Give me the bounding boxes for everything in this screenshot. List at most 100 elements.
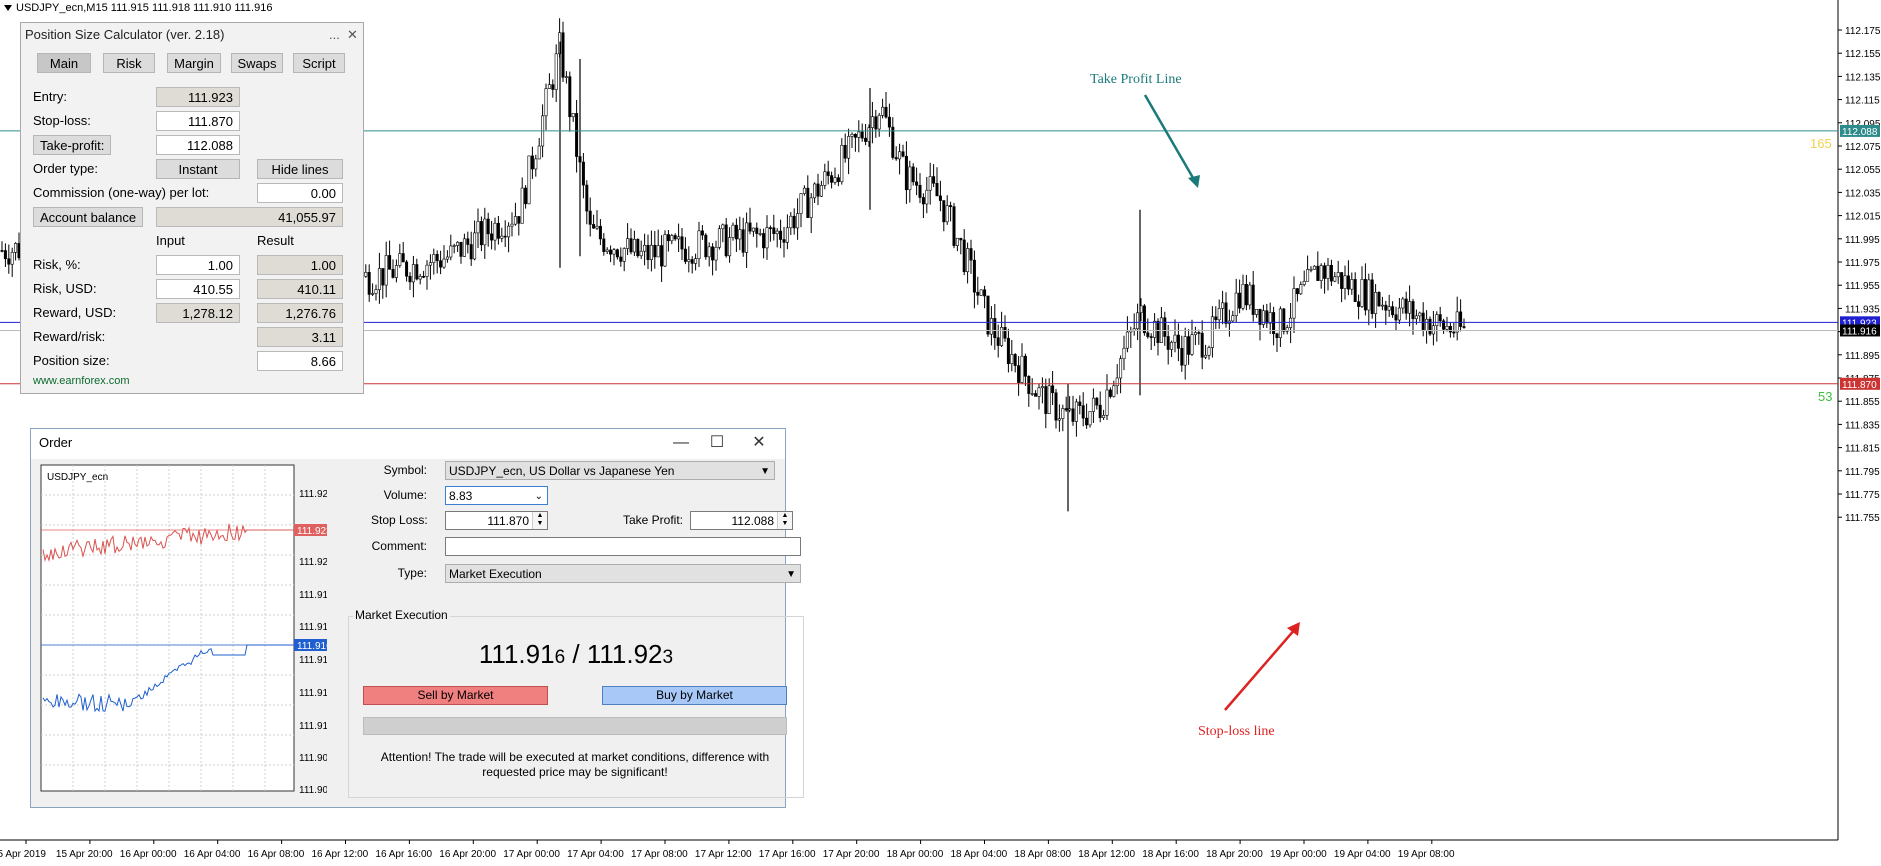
candle-body (1282, 308, 1286, 332)
stop-loss-value: 111.870 (487, 514, 529, 528)
candle-body (575, 113, 579, 157)
ask-price-main: 111.92 (586, 639, 663, 669)
annotations: 165 53 Take Profit Line Stop-loss line (1090, 72, 1832, 739)
candle-body (1278, 308, 1282, 338)
candle-body (500, 235, 504, 239)
candle-body (439, 260, 443, 268)
tab-swaps[interactable]: Swaps (231, 53, 283, 73)
tick-chart-price-label: 111.921 (299, 557, 327, 568)
candle-body (0, 250, 4, 252)
candle-body (632, 239, 636, 253)
commission-field[interactable]: 0.00 (257, 183, 343, 203)
time-tick-label: 18 Apr 08:00 (1014, 849, 1071, 860)
take-profit-input[interactable]: 112.088 ▲ ▼ (690, 511, 793, 530)
candle-body (1030, 393, 1034, 395)
candle-body (1265, 310, 1269, 324)
arrow-icon (1224, 627, 1297, 711)
candle-body (405, 261, 409, 277)
candle-body (1418, 312, 1422, 317)
time-tick-label: 17 Apr 12:00 (695, 849, 752, 860)
candle-body (687, 259, 691, 262)
candle-body (432, 254, 436, 263)
candle-body (843, 144, 847, 159)
candle-body (877, 115, 881, 130)
volume-label: Volume: (383, 488, 427, 502)
take-profit-field[interactable]: 112.088 (156, 135, 240, 155)
candle-body (517, 216, 521, 224)
position-size-result[interactable]: 8.66 (257, 351, 343, 371)
volume-value: 8.83 (449, 489, 473, 503)
take-profit-toggle[interactable]: Take-profit: (33, 135, 112, 155)
time-tick-label: 16 Apr 08:00 (248, 849, 305, 860)
candle-body (551, 84, 555, 90)
buy-by-market-button[interactable]: Buy by Market (602, 686, 787, 705)
type-select[interactable]: Market Execution ▼ (445, 564, 801, 583)
candle-body (1312, 265, 1316, 270)
account-balance-field: 41,055.97 (156, 207, 343, 227)
dropdown-triangle-icon[interactable] (4, 5, 12, 12)
comment-input[interactable] (445, 537, 801, 556)
order-type-button[interactable]: Instant (156, 159, 240, 179)
maximize-icon[interactable]: ☐ (695, 429, 739, 457)
symbol-select[interactable]: USDJPY_ecn, US Dollar vs Japanese Yen ▼ (445, 461, 775, 480)
stop-loss-field[interactable]: 111.870 (156, 111, 240, 131)
account-balance-button[interactable]: Account balance (33, 207, 144, 227)
candle-body (816, 183, 820, 197)
candle-body (1431, 325, 1435, 335)
candle-body (394, 265, 398, 278)
type-label: Type: (397, 566, 427, 580)
tick-chart-price-label: 111.925 (299, 489, 327, 500)
bid-ask-price: 111.916 / 111.923 (348, 639, 804, 670)
earnforex-link[interactable]: www.earnforex.com (33, 375, 130, 387)
candle-body (1057, 418, 1061, 421)
candle-body (1051, 385, 1055, 394)
candle-body (1306, 269, 1310, 282)
candle-body (612, 249, 616, 255)
candle-body (694, 258, 698, 264)
hide-lines-button[interactable]: Hide lines (257, 159, 343, 179)
volume-combobox[interactable]: 8.83 ⌄ (445, 486, 548, 505)
stop-loss-input[interactable]: 111.870 ▲ ▼ (445, 511, 548, 530)
market-execution-title: Market Execution (353, 608, 450, 622)
time-tick-label: 19 Apr 00:00 (1270, 849, 1327, 860)
reward-usd-result: 1,276.76 (257, 303, 343, 323)
candle-body (972, 259, 976, 293)
candle-body (435, 254, 439, 262)
candle-body (1122, 347, 1126, 360)
price-separator: / (565, 639, 587, 669)
close-icon[interactable]: ✕ (347, 23, 358, 47)
risk-usd-input[interactable]: 410.55 (156, 279, 240, 299)
stop-loss-spinner[interactable]: ▲ ▼ (532, 512, 547, 529)
minimize-icon[interactable]: ... (329, 23, 340, 47)
psc-titlebar[interactable]: Position Size Calculator (ver. 2.18) ...… (21, 23, 363, 47)
candle-body (1448, 326, 1452, 333)
close-icon[interactable]: ✕ (737, 429, 781, 457)
candle-body (639, 250, 643, 257)
candle-body (602, 238, 606, 252)
risk-percent-input[interactable]: 1.00 (156, 255, 240, 275)
take-profit-spinner[interactable]: ▲ ▼ (777, 512, 792, 529)
tab-risk[interactable]: Risk (103, 53, 155, 73)
tab-margin[interactable]: Margin (167, 53, 221, 73)
candle-body (979, 289, 983, 296)
candle-body (1017, 365, 1021, 383)
tab-script[interactable]: Script (293, 53, 345, 73)
candle-body (490, 233, 494, 241)
candle-body (537, 145, 541, 160)
commission-label: Commission (one-way) per lot: (33, 185, 210, 200)
risk-usd-label: Risk, USD: (33, 281, 97, 296)
price-tick-label: 111.995 (1845, 235, 1880, 246)
candle-body (1438, 314, 1442, 322)
candle-body (598, 225, 602, 240)
candle-body (1357, 301, 1361, 307)
ask-tag-label: 111.923 (297, 526, 327, 537)
sell-by-market-button[interactable]: Sell by Market (363, 686, 548, 705)
candle-body (1006, 337, 1010, 365)
candle-body (513, 216, 517, 225)
tab-main[interactable]: Main (37, 53, 91, 73)
candle-body (1268, 312, 1272, 324)
order-titlebar[interactable]: Order — ☐ ✕ (31, 429, 785, 459)
candle-body (1244, 284, 1248, 306)
entry-label: Entry: (33, 89, 67, 104)
order-title: Order (39, 435, 73, 450)
